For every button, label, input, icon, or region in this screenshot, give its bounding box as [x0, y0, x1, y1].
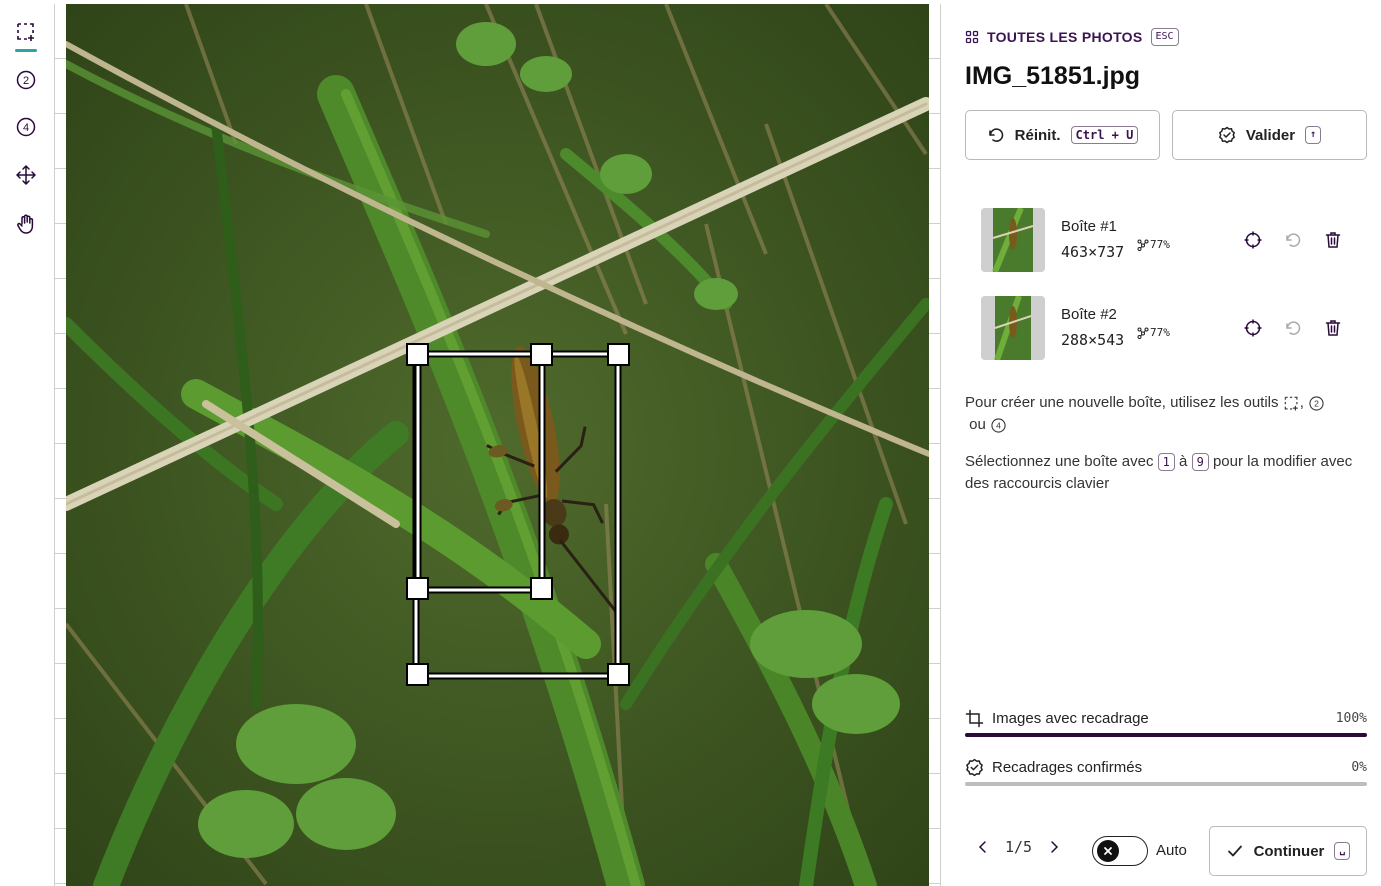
- chevron-right-icon[interactable]: [1046, 839, 1062, 855]
- undo-icon: [1286, 233, 1301, 247]
- confirmed-progress-bar: [965, 782, 1367, 786]
- side-panel: TOUTES LES PHOTOS ESC IMG_51851.jpg Réin…: [965, 0, 1367, 886]
- confirmed-progress-value: 0%: [1351, 760, 1367, 775]
- continue-label: Continuer: [1253, 842, 1325, 860]
- badge-check-icon: [1218, 126, 1235, 144]
- validate-shortcut-badge: ↑: [1305, 126, 1322, 144]
- key-badge-to: 9: [1191, 453, 1209, 472]
- reset-shortcut-badge: Ctrl + U: [1070, 126, 1139, 144]
- select-help-mid: à: [1179, 453, 1188, 470]
- four-points-tool[interactable]: 4: [12, 113, 40, 141]
- pan-tool[interactable]: [12, 210, 40, 238]
- create-help-or: ou: [969, 416, 986, 433]
- create-help-text: Pour créer une nouvelle boîte, utilisez …: [965, 394, 1279, 411]
- reset-button[interactable]: Réinit. Ctrl + U: [965, 110, 1160, 160]
- crop-progress-fill: [965, 733, 1367, 737]
- esc-shortcut-badge: ESC: [1150, 28, 1179, 46]
- create-box-help: Pour créer une nouvelle boîte, utilisez …: [965, 392, 1360, 436]
- hand-icon: [17, 214, 34, 234]
- box-confidence: 77%: [1137, 326, 1170, 339]
- pager: 1/5: [975, 838, 1062, 856]
- crosshair-icon: [1244, 319, 1262, 337]
- ruler-right: [929, 4, 941, 886]
- crop-progress-value: 100%: [1335, 711, 1367, 726]
- delete-box-button[interactable]: [1323, 318, 1343, 338]
- tool-four-label: 4: [23, 122, 29, 134]
- confirmed-progress-text: Recadrages confirmés: [992, 759, 1143, 776]
- help-two-label: 2: [1314, 398, 1319, 408]
- create-help-separator: ,: [1299, 394, 1304, 411]
- help-four-label: 4: [996, 420, 1001, 430]
- auto-label: Auto: [1156, 842, 1187, 859]
- circled-4-icon: 4: [991, 417, 1006, 433]
- select-help-pre: Sélectionnez une boîte avec: [965, 453, 1154, 470]
- box-confidence-value: 77%: [1150, 326, 1170, 339]
- rectangle-select-tool[interactable]: [12, 18, 40, 52]
- image-canvas[interactable]: [66, 4, 929, 886]
- tool-sidebar: 2 4: [0, 0, 52, 886]
- all-photos-label: TOUTES LES PHOTOS: [987, 29, 1143, 45]
- circled-2-icon: 2: [16, 70, 36, 90]
- trash-icon: [1325, 320, 1341, 336]
- all-photos-link[interactable]: TOUTES LES PHOTOS ESC: [965, 28, 1179, 46]
- crop-progress-bar: [965, 733, 1367, 737]
- undo-box-button[interactable]: [1283, 318, 1303, 338]
- move-tool[interactable]: [12, 161, 40, 189]
- circled-4-icon: 4: [16, 117, 36, 137]
- validate-label: Valider: [1245, 126, 1296, 144]
- undo-box-button[interactable]: [1283, 230, 1303, 250]
- toggle-knob: [1097, 840, 1119, 862]
- tool-two-label: 2: [23, 75, 29, 87]
- box-list-item[interactable]: Boîte #2 288×543 77%: [981, 296, 1361, 360]
- two-points-tool[interactable]: 2: [12, 66, 40, 94]
- chevron-left-icon[interactable]: [975, 839, 991, 855]
- file-title: IMG_51851.jpg: [965, 62, 1141, 90]
- space-shortcut-badge: ␣: [1334, 842, 1351, 860]
- box-thumbnail: [981, 296, 1045, 360]
- photo-grass-beetle: [66, 4, 929, 886]
- close-icon: [1104, 847, 1112, 855]
- trash-icon: [1325, 232, 1341, 248]
- dashed-rectangle-plus-icon: [17, 23, 34, 41]
- validate-button[interactable]: Valider ↑: [1172, 110, 1367, 160]
- dashed-rectangle-plus-icon: [1284, 396, 1298, 410]
- crop-icon: [965, 709, 984, 728]
- confirmed-progress-label: Recadrages confirmés: [965, 758, 1142, 777]
- crop-progress-text: Images avec recadrage: [992, 710, 1149, 727]
- move-arrows-icon: [16, 165, 36, 185]
- box-list-item[interactable]: Boîte #1 463×737 77%: [981, 208, 1361, 272]
- delete-box-button[interactable]: [1323, 230, 1343, 250]
- badge-check-icon: [966, 758, 983, 777]
- crop-progress-label: Images avec recadrage: [965, 709, 1149, 728]
- locate-box-button[interactable]: [1243, 318, 1263, 338]
- box-name: Boîte #2: [1061, 306, 1117, 323]
- crosshair-icon: [1244, 231, 1262, 249]
- model-icon: [1137, 239, 1149, 251]
- continue-button[interactable]: Continuer ␣: [1209, 826, 1367, 876]
- model-icon: [1137, 327, 1149, 339]
- select-box-help: Sélectionnez une boîte avec 1 à 9 pour l…: [965, 451, 1360, 495]
- page-indicator: 1/5: [1005, 838, 1033, 856]
- box-name: Boîte #1: [1061, 218, 1117, 235]
- ruler-left: [54, 4, 66, 886]
- circled-2-icon: 2: [1309, 395, 1324, 411]
- grid-icon: [965, 30, 979, 44]
- undo-icon: [988, 128, 1003, 142]
- undo-icon: [1286, 321, 1301, 335]
- box-confidence-value: 77%: [1150, 238, 1170, 251]
- auto-toggle[interactable]: [1092, 836, 1148, 866]
- reset-label: Réinit.: [1014, 126, 1061, 144]
- box-dimensions: 288×543: [1061, 331, 1125, 349]
- box-thumbnail: [981, 208, 1045, 272]
- check-icon: [1227, 845, 1242, 857]
- box-dimensions: 463×737: [1061, 243, 1125, 261]
- locate-box-button[interactable]: [1243, 230, 1263, 250]
- box-confidence: 77%: [1137, 238, 1170, 251]
- key-badge-from: 1: [1157, 453, 1175, 472]
